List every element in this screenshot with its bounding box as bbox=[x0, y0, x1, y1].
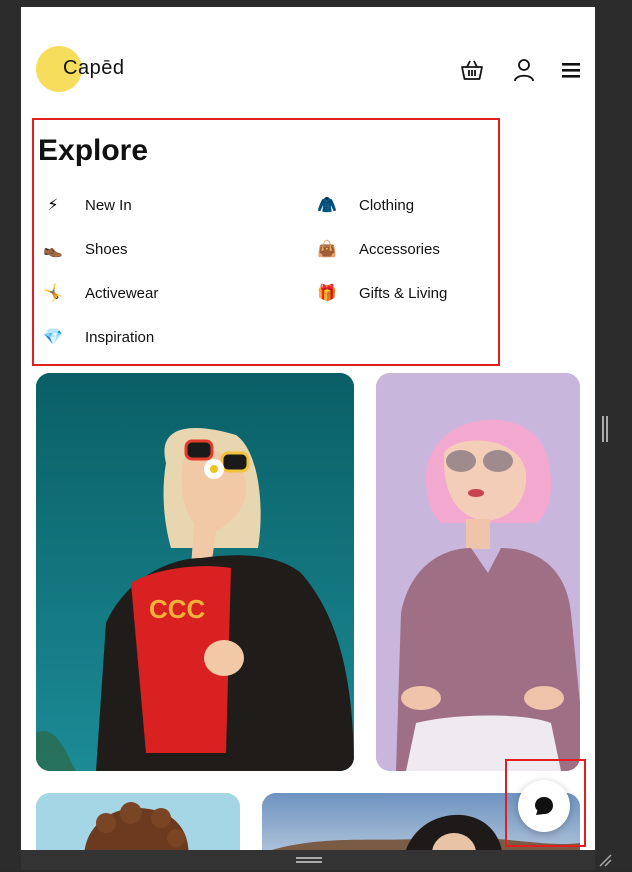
explore-item-new-in[interactable]: ⚡ New In bbox=[41, 193, 132, 217]
gymnast-icon: 🤸 bbox=[43, 285, 63, 302]
explore-item-label: Shoes bbox=[85, 240, 128, 258]
gem-icon: 💎 bbox=[43, 329, 63, 346]
explore-item-label: Clothing bbox=[359, 196, 415, 214]
explore-item-clothing[interactable]: 🧥 Clothing bbox=[315, 193, 414, 217]
explore-item-label: Inspiration bbox=[85, 328, 155, 346]
svg-text:CCC: CCC bbox=[149, 594, 206, 624]
gift-icon: 🎁 bbox=[317, 285, 337, 302]
lightning-icon: ⚡ bbox=[47, 197, 59, 214]
side-resize-handle[interactable] bbox=[602, 416, 608, 442]
hamburger-menu-icon[interactable] bbox=[558, 57, 584, 83]
bottom-resize-handle[interactable] bbox=[296, 857, 322, 863]
explore-item-inspiration[interactable]: 💎 Inspiration bbox=[41, 325, 154, 349]
woman-sunglasses-photo: CCC bbox=[36, 373, 354, 771]
woman-pink-hair-photo bbox=[376, 373, 580, 771]
explore-menu: Explore ⚡ New In 🧥 Clothing 👞 Shoes 👜 Ac… bbox=[32, 118, 500, 366]
product-card-sunglasses[interactable]: CCC bbox=[36, 373, 354, 771]
explore-item-accessories[interactable]: 👜 Accessories bbox=[315, 237, 440, 261]
explore-item-activewear[interactable]: 🤸 Activewear bbox=[41, 281, 158, 305]
page-viewport: Capēd Explore ⚡ New In 🧥 Clothing 👞 Shoe… bbox=[21, 7, 595, 850]
product-card-pink-hair[interactable] bbox=[376, 373, 580, 771]
site-header: Capēd bbox=[21, 7, 595, 117]
explore-item-gifts-living[interactable]: 🎁 Gifts & Living bbox=[315, 281, 447, 305]
explore-item-label: Gifts & Living bbox=[359, 284, 448, 302]
handbag-icon: 👜 bbox=[317, 241, 337, 258]
resize-corner-icon[interactable] bbox=[598, 853, 612, 867]
explore-title: Explore bbox=[38, 134, 149, 167]
brand-logo[interactable]: Capēd bbox=[36, 46, 146, 92]
curly-hair-photo bbox=[36, 793, 240, 850]
coat-icon: 🧥 bbox=[317, 197, 337, 214]
shoe-icon: 👞 bbox=[43, 241, 63, 258]
user-icon[interactable] bbox=[511, 57, 537, 83]
explore-item-label: Accessories bbox=[359, 240, 440, 258]
basket-icon[interactable] bbox=[459, 57, 485, 83]
explore-item-label: Activewear bbox=[85, 284, 159, 302]
explore-item-label: New In bbox=[85, 196, 132, 214]
explore-item-shoes[interactable]: 👞 Shoes bbox=[41, 237, 128, 261]
product-card-curly-hair[interactable] bbox=[36, 793, 240, 850]
chat-bubble-icon bbox=[535, 797, 553, 815]
logo-text: Capēd bbox=[63, 57, 125, 79]
chat-button[interactable] bbox=[518, 780, 570, 832]
